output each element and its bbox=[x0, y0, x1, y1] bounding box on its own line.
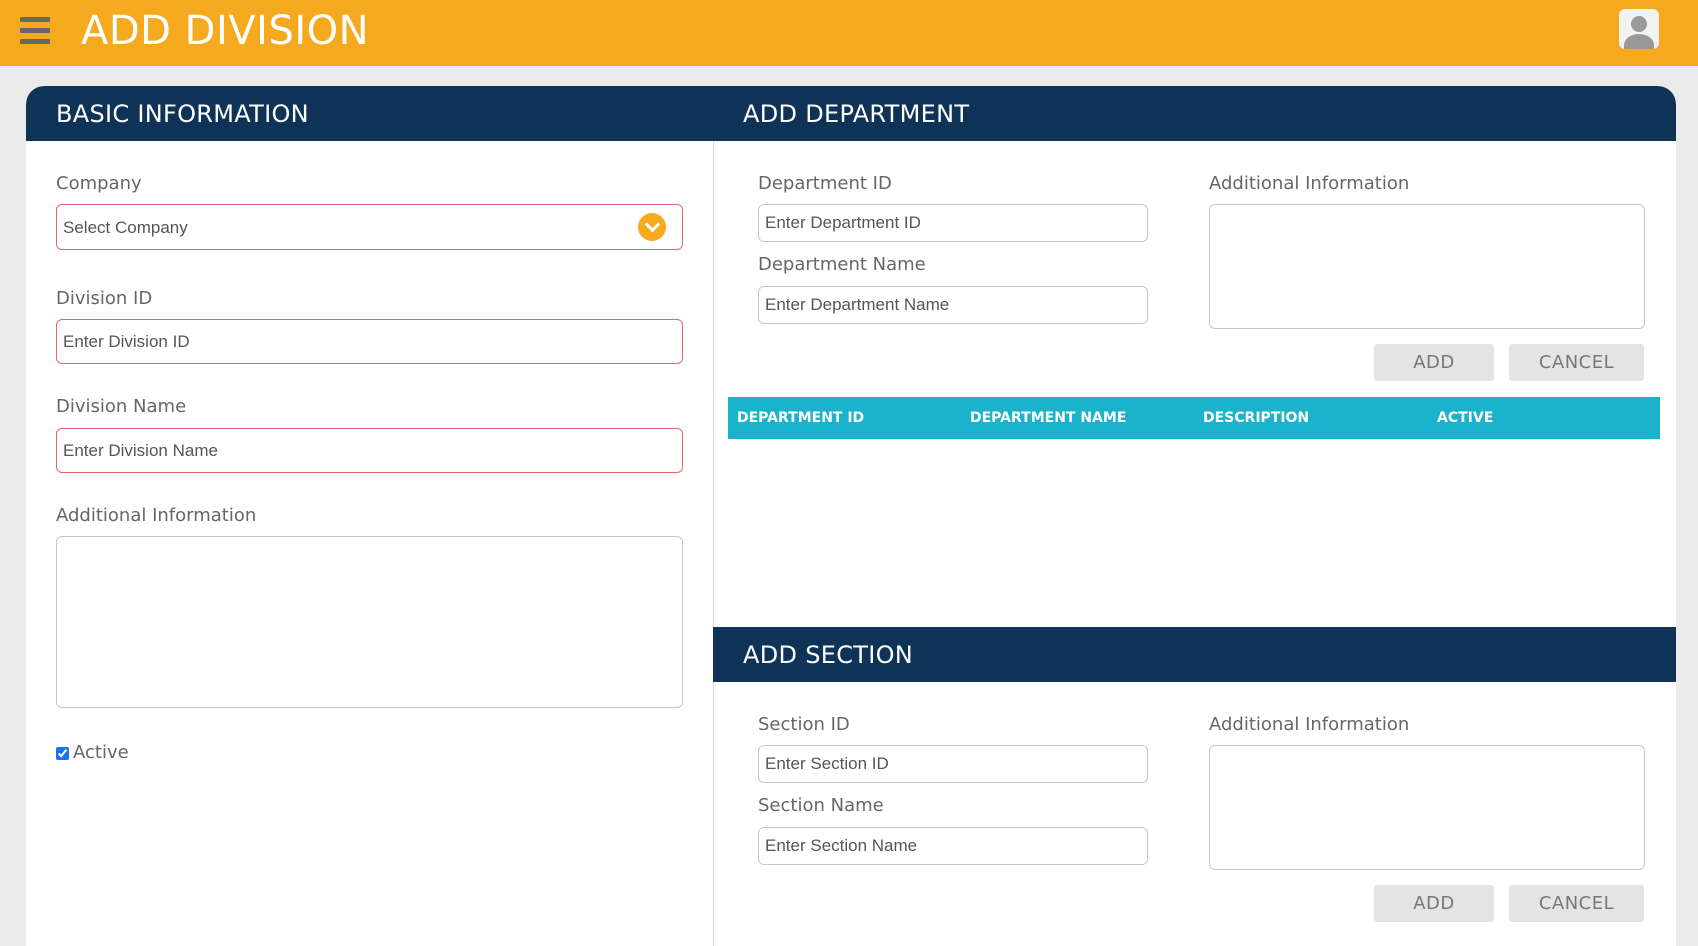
department-name-label: Department Name bbox=[758, 254, 926, 275]
main-card: BASIC INFORMATION Company Select Company… bbox=[26, 86, 1676, 946]
active-checkbox[interactable] bbox=[56, 747, 69, 760]
basic-information-header: BASIC INFORMATION bbox=[26, 86, 714, 141]
division-name-input[interactable] bbox=[56, 428, 683, 473]
table-header-department-id[interactable]: DEPARTMENT ID bbox=[737, 397, 864, 439]
section-name-label: Section Name bbox=[758, 795, 884, 816]
active-label: Active bbox=[73, 742, 129, 763]
page-title: ADD DIVISION bbox=[81, 8, 370, 54]
section-name-input[interactable] bbox=[758, 827, 1148, 865]
section-id-input[interactable] bbox=[758, 745, 1148, 783]
table-header-description[interactable]: DESCRIPTION bbox=[1203, 397, 1309, 439]
department-table-header: DEPARTMENT ID DEPARTMENT NAME DESCRIPTIO… bbox=[728, 397, 1660, 439]
department-id-input[interactable] bbox=[758, 204, 1148, 242]
division-id-input[interactable] bbox=[56, 319, 683, 364]
department-cancel-button[interactable]: CANCEL bbox=[1509, 344, 1644, 381]
table-header-department-name[interactable]: DEPARTMENT NAME bbox=[970, 397, 1126, 439]
department-add-button[interactable]: ADD bbox=[1374, 344, 1494, 381]
add-section-header: ADD SECTION bbox=[713, 627, 1676, 682]
section-additional-info-textarea[interactable] bbox=[1209, 745, 1645, 870]
company-label: Company bbox=[56, 173, 142, 194]
division-additional-info-label: Additional Information bbox=[56, 505, 257, 526]
table-header-active[interactable]: ACTIVE bbox=[1437, 397, 1493, 439]
section-cancel-button[interactable]: CANCEL bbox=[1509, 885, 1644, 922]
department-name-input[interactable] bbox=[758, 286, 1148, 324]
company-select-value: Select Company bbox=[63, 218, 188, 237]
department-additional-info-label: Additional Information bbox=[1209, 173, 1410, 194]
division-name-label: Division Name bbox=[56, 396, 187, 417]
hamburger-menu-icon[interactable] bbox=[20, 17, 50, 44]
department-additional-info-textarea[interactable] bbox=[1209, 204, 1645, 329]
division-additional-info-textarea[interactable] bbox=[56, 536, 683, 708]
section-add-button[interactable]: ADD bbox=[1374, 885, 1494, 922]
section-id-label: Section ID bbox=[758, 714, 850, 735]
company-select[interactable]: Select Company bbox=[56, 204, 683, 250]
add-department-header: ADD DEPARTMENT bbox=[713, 86, 1676, 141]
panel-divider bbox=[713, 141, 714, 946]
chevron-down-icon[interactable] bbox=[638, 213, 666, 241]
department-id-label: Department ID bbox=[758, 173, 892, 194]
section-additional-info-label: Additional Information bbox=[1209, 714, 1410, 735]
top-bar: ADD DIVISION bbox=[0, 0, 1698, 66]
division-id-label: Division ID bbox=[56, 288, 153, 309]
user-avatar-icon[interactable] bbox=[1619, 9, 1659, 49]
